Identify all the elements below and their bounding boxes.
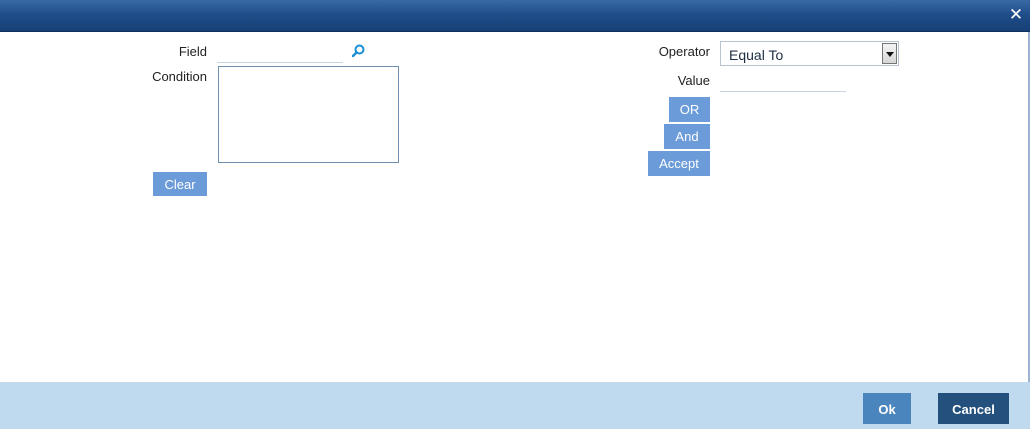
operator-selected-value: Equal To [729,47,784,63]
title-bar: ✕ [0,0,1030,32]
operator-label: Operator [658,44,710,59]
clear-button[interactable]: Clear [153,172,207,196]
condition-textarea[interactable] [218,66,399,163]
close-icon[interactable]: ✕ [1006,5,1026,25]
search-icon[interactable] [350,43,366,59]
accept-button[interactable]: Accept [648,151,710,176]
ok-button[interactable]: Ok [863,393,911,424]
field-input[interactable] [217,43,343,63]
or-button[interactable]: OR [669,97,710,122]
chevron-down-icon[interactable] [882,43,897,64]
cancel-button[interactable]: Cancel [938,393,1009,424]
operator-select[interactable]: Equal To [720,41,899,66]
value-input[interactable] [720,72,846,92]
value-label: Value [677,73,710,88]
and-button[interactable]: And [664,124,710,149]
condition-label: Condition [152,69,207,84]
footer-bar: Ok Cancel [0,382,1030,429]
field-label: Field [178,44,207,59]
